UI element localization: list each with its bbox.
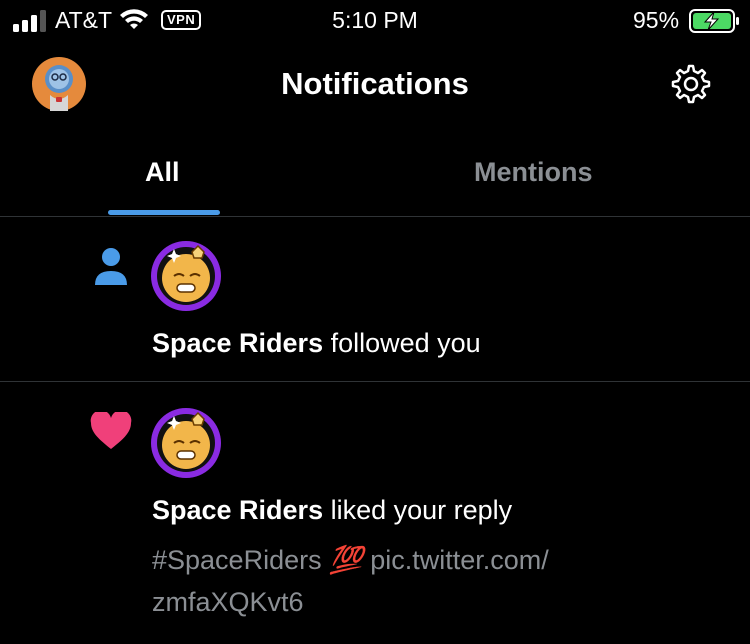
tweet-link[interactable]: pic.twitter.com/ (370, 545, 549, 575)
heart-icon (90, 412, 132, 449)
avatar[interactable] (150, 407, 222, 479)
page-title: Notifications (281, 66, 469, 101)
status-bar: AT&T VPN 5:10 PM 95% (0, 0, 750, 40)
notification-action: liked your reply (323, 495, 513, 525)
tab-selected-indicator (108, 210, 220, 215)
notification-user[interactable]: Space Riders (152, 495, 323, 525)
tweet-link[interactable]: zmfaXQKvt6 (152, 587, 304, 617)
avatar[interactable] (150, 240, 222, 312)
gear-icon[interactable] (669, 62, 713, 106)
notification-user[interactable]: Space Riders (152, 328, 323, 358)
divider (0, 216, 750, 217)
tab-all[interactable]: All (145, 157, 180, 188)
notification-action: followed you (323, 328, 481, 358)
notification-text: Space Riders liked your reply (152, 493, 512, 527)
tab-mentions[interactable]: Mentions (474, 157, 593, 188)
tweet-preview[interactable]: #SpaceRiders 💯 pic.twitter.com/ zmfaXQKv… (152, 539, 712, 623)
notification-text: Space Riders followed you (152, 326, 481, 360)
battery-percent: 95% (633, 7, 680, 33)
person-icon (95, 248, 127, 285)
divider (0, 381, 750, 382)
hundred-points-emoji: 💯 (329, 545, 363, 575)
hashtag[interactable]: #SpaceRiders (152, 545, 322, 575)
battery-charging-icon (689, 9, 739, 33)
